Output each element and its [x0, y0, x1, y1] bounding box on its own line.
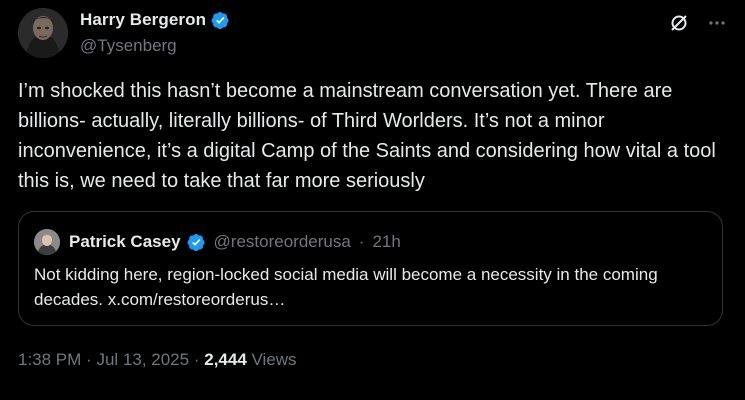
meta-separator: ·	[86, 350, 92, 369]
header-actions	[668, 12, 728, 34]
author-handle[interactable]: @Tysenberg	[80, 36, 177, 56]
views-label: Views	[251, 350, 297, 369]
author-avatar[interactable]	[18, 8, 68, 58]
verified-badge-icon	[211, 11, 230, 30]
more-icon[interactable]	[706, 12, 728, 34]
tweet-meta: 1:38 PM · Jul 13, 2025 · 2,444 Views	[18, 350, 297, 370]
quoted-verified-badge-icon	[187, 233, 206, 252]
meta-separator: ·	[193, 350, 200, 369]
quoted-author-avatar[interactable]	[34, 229, 60, 255]
author-name-row: Harry Bergeron	[80, 10, 230, 30]
quoted-author-handle: @restoreorderusa	[213, 232, 351, 251]
quoted-tweet[interactable]: Patrick Casey @restoreorderusa · 21h Not…	[18, 211, 723, 326]
quoted-tweet-header: Patrick Casey @restoreorderusa · 21h	[34, 229, 401, 255]
quoted-author-name[interactable]: Patrick Casey	[69, 232, 181, 252]
quoted-timestamp[interactable]: 21h	[372, 232, 400, 252]
grok-icon[interactable]	[668, 12, 690, 34]
quoted-separator: ·	[358, 232, 365, 251]
tweet-time[interactable]: 1:38 PM	[18, 350, 81, 369]
author-name[interactable]: Harry Bergeron	[80, 10, 206, 30]
tweet-date[interactable]: Jul 13, 2025	[96, 350, 189, 369]
quoted-tweet-text: Not kidding here, region-locked social m…	[34, 265, 658, 309]
tweet-header: Harry Bergeron @Tysenberg	[18, 8, 728, 60]
tweet-text: I’m shocked this hasn’t become a mainstr…	[18, 80, 716, 192]
views-count[interactable]: 2,444	[204, 350, 247, 369]
